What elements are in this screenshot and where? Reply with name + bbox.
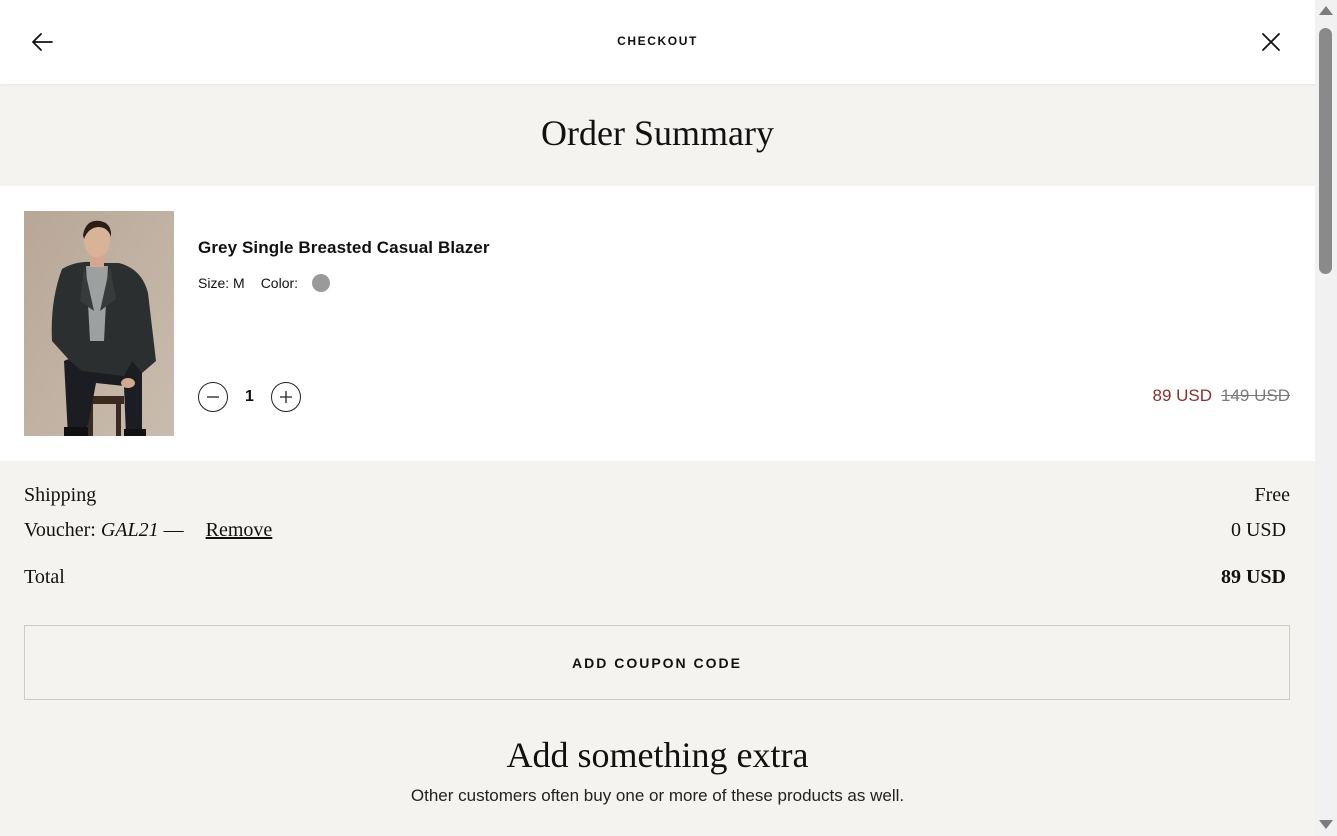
color-label: Color: xyxy=(260,275,299,291)
minus-icon xyxy=(207,396,219,398)
close-icon xyxy=(1262,33,1280,51)
voucher-value: 0 USD xyxy=(1230,519,1286,541)
total-row: Total 89 USD xyxy=(24,566,1290,589)
color-swatch xyxy=(312,274,331,292)
voucher-label: Voucher: xyxy=(24,519,96,541)
add-something-extra-subtitle: Other customers often buy one or more of… xyxy=(410,786,905,805)
size-label: Size: M xyxy=(198,275,245,291)
shipping-value: Free xyxy=(1254,484,1290,506)
increase-quantity-button[interactable] xyxy=(271,382,301,412)
voucher-dash: — xyxy=(163,519,184,541)
quantity-value: 1 xyxy=(245,388,254,405)
product-name[interactable]: Grey Single Breasted Casual Blazer xyxy=(198,238,490,258)
sale-price: 89 USD xyxy=(1152,386,1213,405)
vertical-scrollbar[interactable] xyxy=(1315,0,1337,836)
product-attributes: Size: M Color: xyxy=(198,274,331,292)
cart-item: Grey Single Breasted Casual Blazer Size:… xyxy=(0,186,1315,461)
total-value: 89 USD xyxy=(1220,566,1286,588)
plus-icon xyxy=(280,391,292,403)
checkout-page: CHECKOUT Order Summary Grey Single Breas… xyxy=(0,0,1315,836)
product-photo xyxy=(24,211,174,436)
checkout-header: CHECKOUT xyxy=(0,0,1315,84)
total-label: Total xyxy=(24,566,65,588)
voucher-row: Voucher: GAL21 — Remove 0 USD xyxy=(24,519,1290,542)
shipping-label: Shipping xyxy=(24,484,97,506)
voucher-code: GAL21 xyxy=(100,519,159,541)
price: 89 USD 149 USD xyxy=(1152,386,1290,406)
add-something-extra-heading: Add something extra xyxy=(506,735,809,775)
remove-voucher-link[interactable]: Remove xyxy=(206,519,273,541)
add-coupon-code-button[interactable]: ADD COUPON CODE xyxy=(24,625,1290,700)
shipping-row: Shipping Free xyxy=(24,484,1290,507)
scroll-up-arrow-icon[interactable] xyxy=(1319,6,1333,15)
quantity-stepper: 1 xyxy=(198,382,301,412)
page-title: CHECKOUT xyxy=(617,34,698,48)
original-price: 149 USD xyxy=(1221,386,1290,405)
product-image[interactable] xyxy=(24,211,174,436)
decrease-quantity-button[interactable] xyxy=(198,382,228,412)
voucher-info: Voucher: GAL21 — Remove xyxy=(24,519,272,542)
close-button[interactable] xyxy=(1253,24,1289,60)
order-summary-heading: Order Summary xyxy=(541,113,774,153)
scrollbar-thumb[interactable] xyxy=(1319,28,1332,274)
scroll-down-arrow-icon[interactable] xyxy=(1319,820,1333,829)
